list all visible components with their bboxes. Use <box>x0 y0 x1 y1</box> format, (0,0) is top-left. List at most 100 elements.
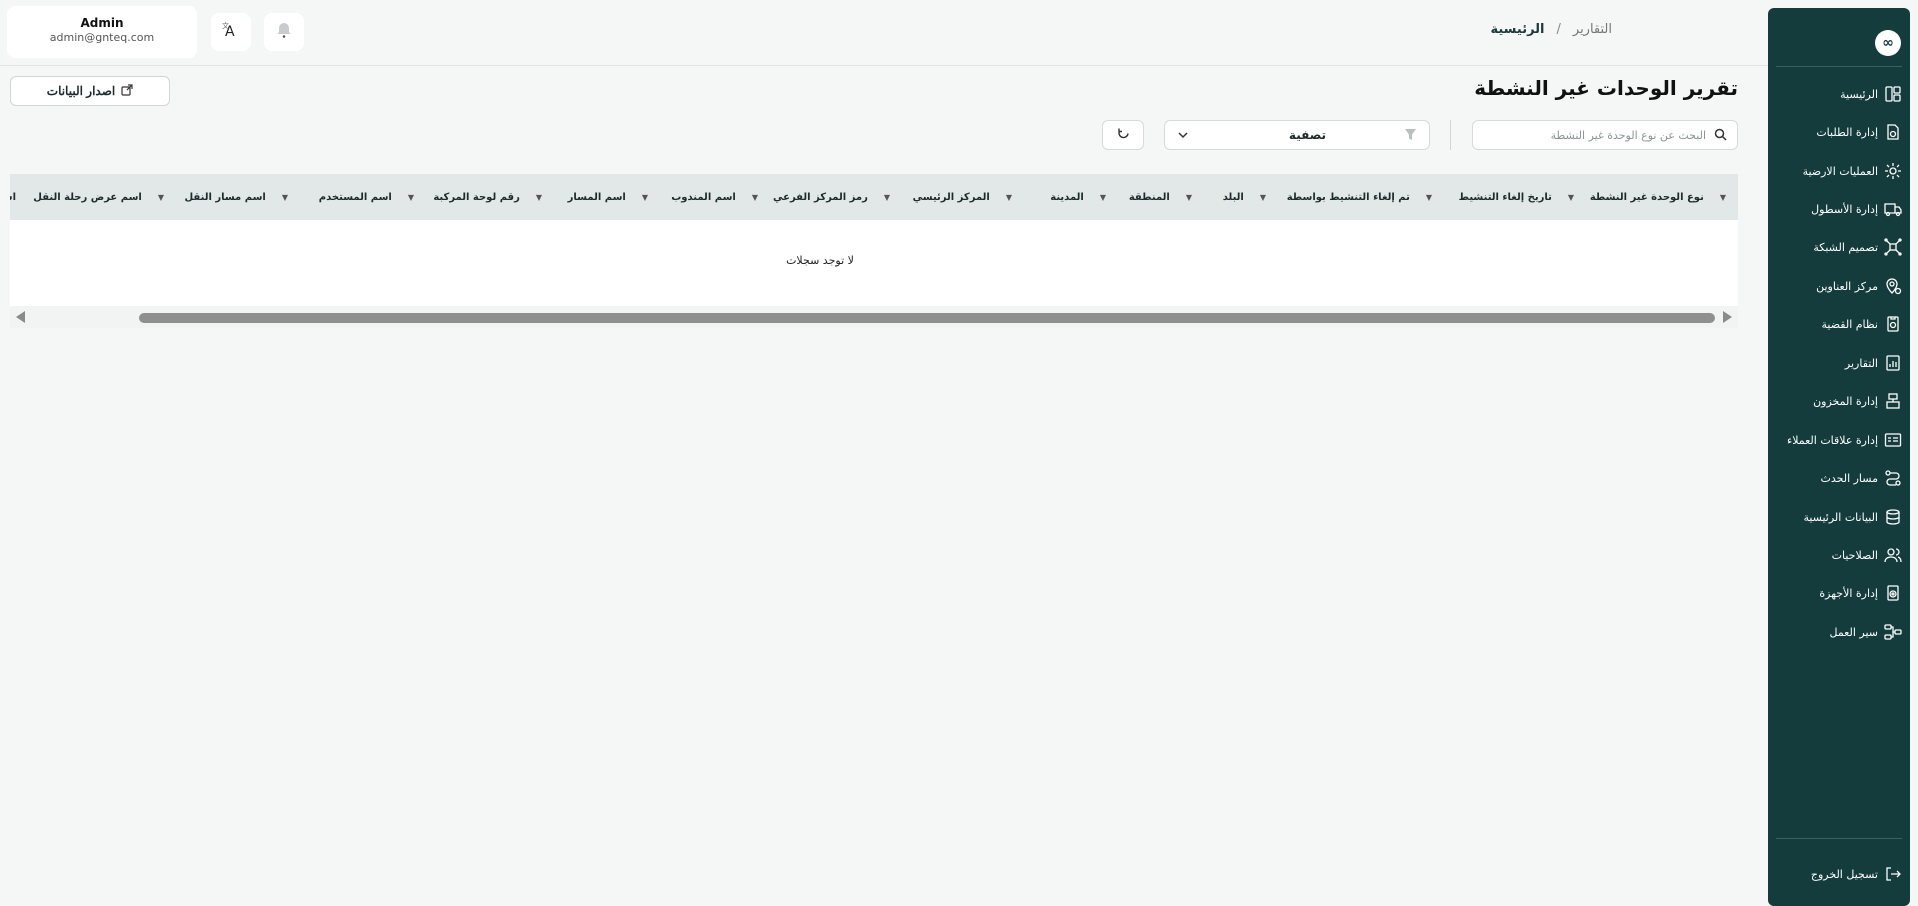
column-label: اسم مسار النقل <box>184 191 266 203</box>
sidebar-item-label: التقارير <box>1844 356 1878 370</box>
breadcrumb-current[interactable]: التقارير <box>1573 22 1612 37</box>
users-icon <box>1884 546 1902 564</box>
column-header[interactable]: اسم عرض رحلة النقل ▼ <box>33 174 164 220</box>
column-label: المنطقة <box>1128 191 1170 203</box>
breadcrumb: الرئيسية / التقارير <box>1490 22 1612 37</box>
sidebar-item-label: نظام القضية <box>1821 317 1878 331</box>
sidebar-item-master-data[interactable]: البيانات الرئيسية <box>1776 504 1902 530</box>
sidebar-item-label: مسار الحدث <box>1820 471 1878 485</box>
column-label: اسم المندوب <box>671 191 736 203</box>
scroll-left-icon[interactable] <box>16 311 25 323</box>
refresh-icon <box>1117 127 1130 143</box>
logout-button[interactable]: تسجيل الخروج <box>1776 861 1902 887</box>
column-label: اسم المسار <box>567 191 626 203</box>
column-header[interactable]: اسم المندوب ▼ <box>671 174 758 220</box>
sidebar-item-label: إدارة المخزون <box>1813 394 1878 408</box>
sidebar-item-ground-ops[interactable]: العمليات الارضية <box>1776 158 1902 184</box>
chevron-down-icon: ▼ <box>281 192 288 202</box>
column-label: تم إلغاء التنشيط بواسطة <box>1286 191 1410 203</box>
sidebar-item-address[interactable]: مركز العناوين <box>1776 273 1902 299</box>
inventory-icon <box>1884 392 1902 410</box>
user-name: Admin <box>80 16 124 30</box>
filter-label: تصفية <box>1288 128 1327 142</box>
logout-label: تسجيل الخروج <box>1810 867 1878 881</box>
column-label: نوع الوحدة غير النشطة <box>1589 191 1704 203</box>
column-header[interactable]: اسم مسار النقل ▼ <box>185 174 289 220</box>
chevron-down-icon: ▼ <box>1259 192 1266 202</box>
sidebar-item-orders[interactable]: إدارة الطلبات <box>1776 119 1902 145</box>
event-path-icon <box>1884 469 1902 487</box>
column-header[interactable]: تم إلغاء التنشيط بواسطة ▼ <box>1287 174 1432 220</box>
chevron-down-icon: ▼ <box>1185 192 1192 202</box>
filter-select[interactable]: تصفية <box>1164 120 1430 150</box>
sidebar-item-workflow[interactable]: سير العمل <box>1776 619 1902 645</box>
chevron-down-icon <box>1177 126 1191 145</box>
horizontal-scrollbar[interactable] <box>10 306 1738 328</box>
sidebar-item-inventory[interactable]: إدارة المخزون <box>1776 388 1902 414</box>
sidebar-item-label: الرئيسية <box>1840 87 1878 101</box>
chevron-down-icon: ▼ <box>883 192 890 202</box>
language-button[interactable]: A文 <box>211 13 251 51</box>
export-data-button[interactable]: اصدار البيانات <box>10 76 170 106</box>
sidebar-item-event-path[interactable]: مسار الحدث <box>1776 465 1902 491</box>
column-header[interactable]: رمز المركز الفرعي ▼ <box>773 174 890 220</box>
refresh-button[interactable] <box>1102 120 1144 150</box>
sidebar-item-label: سير العمل <box>1829 625 1878 639</box>
scrollbar-thumb[interactable] <box>139 313 1715 323</box>
network-icon <box>1884 238 1902 256</box>
sidebar-item-label: إدارة الأجهزة <box>1819 586 1878 600</box>
sidebar: ∞ الرئيسية إدارة الطلبات العمليات الارضي… <box>1768 8 1910 906</box>
column-label: رقم لوحة المركبة <box>433 191 520 203</box>
scroll-right-icon[interactable] <box>1723 311 1732 323</box>
column-label: البلد <box>1222 191 1244 203</box>
case-icon <box>1884 315 1902 333</box>
column-label: تاريخ إلغاء التنشيط <box>1458 191 1552 203</box>
breadcrumb-home[interactable]: الرئيسية <box>1490 22 1544 37</box>
sidebar-item-case[interactable]: نظام القضية <box>1776 311 1902 337</box>
sidebar-item-network[interactable]: تصميم الشبكة <box>1776 234 1902 260</box>
sidebar-item-label: البيانات الرئيسية <box>1803 510 1878 524</box>
workflow-icon <box>1884 623 1902 641</box>
chevron-down-icon: ▼ <box>751 192 758 202</box>
column-header[interactable]: اسم المسار ▼ <box>568 174 648 220</box>
table-header: نوع الوحدة غير النشطة ▼ تاريخ إلغاء التنش… <box>10 174 1738 220</box>
home-icon <box>1884 85 1902 103</box>
column-header[interactable]: المنطقة ▼ <box>1129 174 1192 220</box>
sidebar-item-fleet[interactable]: إدارة الأسطول <box>1776 196 1902 222</box>
ground-ops-icon <box>1884 162 1902 180</box>
column-header[interactable]: البلد ▼ <box>1223 174 1266 220</box>
sidebar-item-label: إدارة علاقات العملاء <box>1787 433 1878 447</box>
column-header[interactable]: المدينة ▼ <box>1050 174 1106 220</box>
sidebar-item-permissions[interactable]: الصلاحيات <box>1776 542 1902 568</box>
column-header[interactable]: نوع الوحدة غير النشطة ▼ <box>1590 174 1726 220</box>
column-label: اسم عرض رحلة النقل <box>33 191 142 203</box>
search-input[interactable] <box>1486 128 1706 142</box>
chevron-down-icon: ▼ <box>535 192 542 202</box>
search-box[interactable] <box>1472 120 1738 150</box>
column-header[interactable]: رقم لوحة المركبة ▼ <box>433 174 542 220</box>
column-label: المدينة <box>1050 191 1084 203</box>
svg-text:文: 文 <box>222 21 229 30</box>
app-logo[interactable]: ∞ <box>1875 30 1901 56</box>
column-header[interactable]: اس <box>10 174 16 220</box>
sidebar-divider <box>1776 838 1902 839</box>
sidebar-item-reports[interactable]: التقارير <box>1776 350 1902 376</box>
search-icon <box>1714 126 1727 145</box>
orders-icon <box>1884 123 1902 141</box>
sidebar-item-devices[interactable]: إدارة الأجهزة <box>1776 580 1902 606</box>
sidebar-item-label: الصلاحيات <box>1831 548 1878 562</box>
sidebar-item-label: إدارة الأسطول <box>1811 202 1878 216</box>
sidebar-item-crm[interactable]: إدارة علاقات العملاء <box>1776 427 1902 453</box>
notifications-button[interactable] <box>264 13 304 51</box>
address-icon <box>1884 277 1902 295</box>
column-header[interactable]: تاريخ إلغاء التنشيط ▼ <box>1459 174 1574 220</box>
user-menu[interactable]: Admin admin@gnteq.com <box>7 6 197 58</box>
database-icon <box>1884 508 1902 526</box>
column-header[interactable]: المركز الرئيسي ▼ <box>913 174 1012 220</box>
chevron-down-icon: ▼ <box>641 192 648 202</box>
top-bar: Admin admin@gnteq.com A文 الرئيسية / التق… <box>0 0 1768 66</box>
sidebar-item-home[interactable]: الرئيسية <box>1776 81 1902 107</box>
column-label: المركز الرئيسي <box>912 191 990 203</box>
column-header[interactable]: اسم المستخدم ▼ <box>319 174 414 220</box>
user-email: admin@gnteq.com <box>49 31 155 44</box>
